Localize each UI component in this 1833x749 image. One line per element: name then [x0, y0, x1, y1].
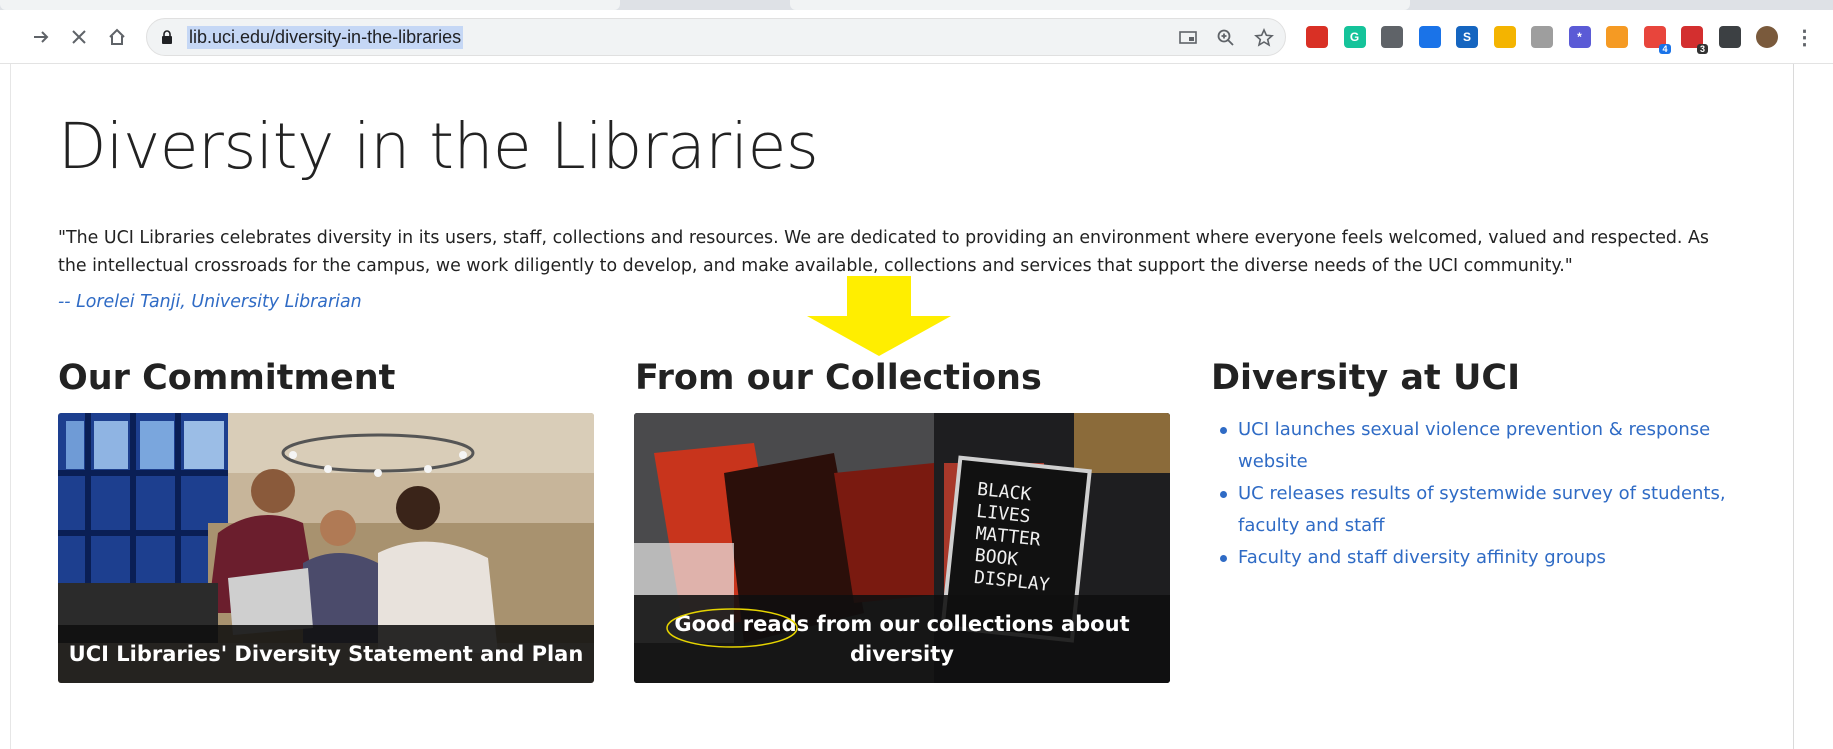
url-text[interactable]: lib.uci.edu/diversity-in-the-libraries [187, 26, 464, 49]
menu-icon[interactable]: ⋮ [1794, 26, 1816, 49]
compass-ext-icon[interactable] [1418, 26, 1441, 48]
news-link-affinity-groups[interactable]: Faculty and staff diversity affinity gro… [1218, 542, 1738, 574]
extension-badge: 3 [1696, 44, 1708, 54]
snowflake-ext-icon[interactable]: * [1568, 26, 1591, 48]
diversity-at-uci-heading: Diversity at UCI [1211, 358, 1521, 398]
page-border [10, 64, 11, 749]
news-link-sexual-violence[interactable]: UCI launches sexual violence prevention … [1218, 414, 1738, 478]
avatar[interactable] [1756, 26, 1778, 48]
card-caption[interactable]: Good reads from our collections about di… [634, 595, 1170, 683]
annotation-circle [666, 608, 799, 648]
forward-arrow-icon[interactable] [28, 24, 54, 50]
news-link-survey-results[interactable]: UC releases results of systemwide survey… [1218, 478, 1738, 542]
our-commitment-heading: Our Commitment [58, 358, 396, 398]
librarian-quote: "The UCI Libraries celebrates diversity … [58, 228, 1709, 276]
tab-edge[interactable] [790, 0, 1410, 10]
rss-ext-icon[interactable] [1606, 26, 1628, 48]
good-reads-rest[interactable]: from our collections about diversity [816, 612, 1129, 666]
page-title: Diversity in the Libraries [58, 110, 819, 183]
s-ext-icon[interactable]: S [1456, 26, 1478, 48]
home-icon[interactable] [104, 24, 130, 50]
good-reads-card[interactable]: BLACK LIVES MATTER BOOK DISPLAY Good reads f… [634, 413, 1170, 683]
page-border [1793, 64, 1794, 749]
cast-icon[interactable] [1177, 27, 1199, 49]
diversity-statement-card[interactable]: UCI Libraries' Diversity Statement and P… [58, 413, 594, 683]
annotation-arrow-icon [807, 276, 951, 356]
hand-ext-icon[interactable] [1493, 26, 1516, 48]
circle-ext-icon[interactable] [1531, 26, 1553, 48]
grammarly-ext-icon[interactable]: G [1343, 26, 1366, 48]
puzzle-ext-icon[interactable] [1718, 26, 1741, 48]
from-our-collections-heading: From our Collections [635, 358, 1042, 398]
card-caption[interactable]: UCI Libraries' Diversity Statement and P… [58, 625, 594, 683]
zoom-icon[interactable] [1215, 27, 1237, 49]
clip-ext-icon[interactable] [1381, 26, 1403, 48]
close-icon[interactable] [66, 24, 92, 50]
pen-ext-icon[interactable]: 4 [1643, 26, 1671, 54]
star-icon[interactable] [1253, 27, 1275, 49]
diversity-news-list: UCI launches sexual violence prevention … [1218, 414, 1738, 574]
lock-icon [162, 30, 172, 44]
diversity-statement-link[interactable]: UCI Libraries' Diversity Statement and P… [69, 642, 584, 666]
calendar-ext-icon[interactable]: 3 [1681, 26, 1708, 54]
attribution-link[interactable]: -- Lorelei Tanji, University Librarian [58, 292, 362, 312]
browser-toolbar: lib.uci.edu/diversity-in-the-libraries G… [0, 10, 1833, 64]
good-reads-link[interactable]: Good reads [666, 608, 816, 648]
tab-strip [0, 0, 1833, 10]
tab-edge[interactable] [0, 0, 620, 10]
bookmark-ext-icon[interactable] [1306, 26, 1328, 48]
extension-badge: 4 [1659, 44, 1671, 54]
address-bar[interactable]: lib.uci.edu/diversity-in-the-libraries [146, 18, 1286, 56]
